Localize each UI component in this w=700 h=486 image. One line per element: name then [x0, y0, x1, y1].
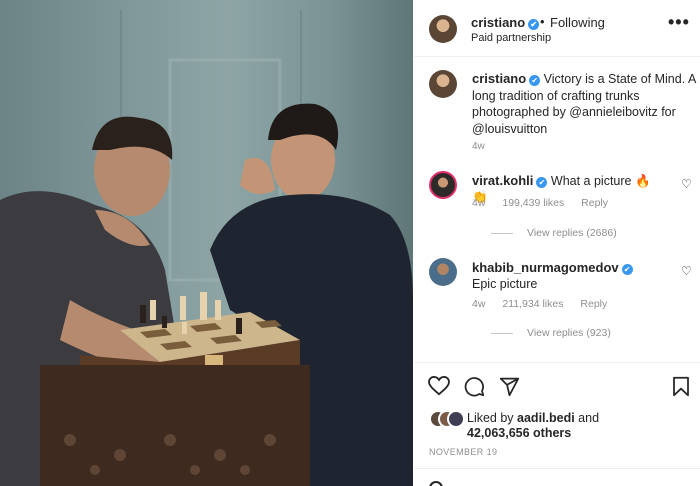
heart-icon[interactable] — [428, 376, 450, 396]
caption-author-avatar[interactable] — [429, 70, 457, 98]
comment-like-heart-icon[interactable]: ♡ — [681, 264, 692, 278]
author-username[interactable]: cristiano ✔ — [471, 15, 540, 30]
emoji-icon[interactable] — [429, 481, 443, 486]
comment-meta: 4w 199,439 likes Reply — [472, 197, 622, 209]
verified-icon: ✔ — [529, 75, 541, 86]
caption-age: 4w — [472, 141, 485, 152]
liked-by-connector: and — [574, 411, 600, 425]
post-side-panel: cristiano ✔ • Following Paid partnership … — [414, 0, 700, 486]
verified-icon: ✔ — [536, 177, 548, 188]
caption-text-block: cristiano ✔ Victory is a State of Mind. A… — [472, 71, 697, 137]
comment-icon[interactable] — [464, 376, 485, 397]
paid-partnership-label[interactable]: Paid partnership — [471, 32, 551, 44]
likes-count[interactable]: 42,063,656 others — [467, 426, 571, 440]
comment-age: 4w — [472, 197, 486, 209]
comment-likes[interactable]: 199,439 likes — [502, 197, 564, 209]
post-date[interactable]: NOVEMBER 19 — [429, 447, 497, 457]
commenter-username[interactable]: khabib_nurmagomedov — [472, 260, 619, 275]
commenter-avatar[interactable] — [429, 258, 457, 286]
post-photo-illustration — [0, 10, 413, 486]
view-replies-button[interactable]: View replies (2686) — [492, 227, 617, 239]
share-icon[interactable] — [499, 376, 520, 397]
liker-avatar — [447, 410, 465, 428]
separator-dot: • — [540, 14, 545, 29]
comment-like-heart-icon[interactable]: ♡ — [681, 177, 692, 191]
more-horizontal-icon[interactable]: ••• — [668, 12, 690, 33]
liked-by-username[interactable]: aadil.bedi — [517, 411, 575, 425]
post-photo[interactable] — [0, 0, 413, 486]
add-comment-bar — [414, 468, 700, 486]
author-avatar[interactable] — [429, 15, 457, 43]
reply-button[interactable]: Reply — [580, 298, 607, 310]
commenter-username[interactable]: virat.kohli — [472, 173, 533, 188]
follow-status-button[interactable]: Following — [550, 15, 605, 30]
comment-likes[interactable]: 211,934 likes — [502, 298, 563, 310]
caption-username[interactable]: cristiano — [472, 71, 526, 86]
verified-icon: ✔ — [528, 19, 540, 30]
comment-age: 4w — [472, 298, 486, 310]
verified-icon: ✔ — [621, 264, 633, 275]
post-actions-bar — [414, 362, 700, 407]
reply-button[interactable]: Reply — [581, 197, 608, 209]
post-header: cristiano ✔ • Following Paid partnership … — [414, 0, 700, 57]
comment-meta: 4w 211,934 likes Reply — [472, 298, 621, 310]
view-replies-button[interactable]: View replies (923) — [492, 327, 611, 339]
comment-text: Epic picture — [472, 277, 538, 291]
commenter-avatar[interactable] — [429, 171, 457, 199]
likes-text: Liked by aadil.bedi and 42,063,656 other… — [467, 411, 667, 441]
bookmark-icon[interactable] — [672, 376, 690, 397]
comment-body: khabib_nurmagomedov ✔ Epic picture — [472, 260, 657, 292]
liked-by-prefix: Liked by — [467, 411, 518, 425]
